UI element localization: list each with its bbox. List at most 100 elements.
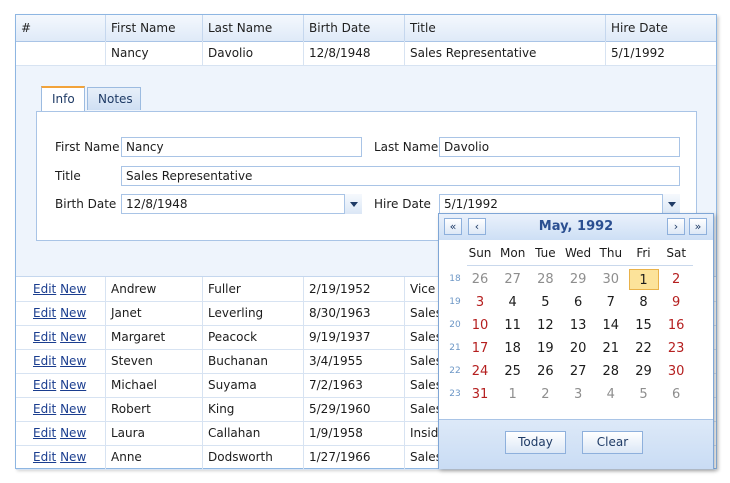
today-button[interactable]: Today	[505, 431, 566, 454]
column-header-hire-date[interactable]: Hire Date	[606, 15, 716, 41]
calendar-day[interactable]: 17	[465, 338, 495, 359]
selected-day[interactable]: 1	[628, 269, 659, 290]
calendar-day[interactable]: 21	[596, 338, 626, 359]
day-names-divider	[467, 265, 693, 266]
first-name-cell: Margaret	[106, 325, 203, 349]
calendar-title[interactable]: May, 1992	[499, 214, 653, 240]
calendar-day[interactable]: 25	[498, 361, 528, 382]
calendar-day[interactable]: 19	[530, 338, 560, 359]
calendar-day[interactable]: 24	[465, 361, 495, 382]
hire-date-picker[interactable]: 5/1/1992	[439, 194, 680, 214]
edit-link[interactable]: Edit	[33, 426, 56, 440]
edit-link[interactable]: Edit	[33, 378, 56, 392]
title-field[interactable]	[121, 166, 680, 186]
next-month-button[interactable]: ›	[667, 218, 685, 235]
calendar-day[interactable]: 10	[465, 315, 495, 336]
last-name-cell: Peacock	[203, 325, 304, 349]
calendar-day[interactable]: 30	[661, 361, 691, 382]
birth-date-label: Birth Date	[55, 197, 117, 211]
calendar-day[interactable]: 15	[629, 315, 659, 336]
new-link[interactable]: New	[60, 354, 86, 368]
calendar-day[interactable]: 3	[563, 384, 593, 405]
calendar-day[interactable]: 27	[563, 361, 593, 382]
calendar-day[interactable]: 8	[629, 292, 659, 313]
command-cell: Edit New	[16, 325, 106, 349]
calendar-day[interactable]: 23	[661, 338, 691, 359]
prev-month-button[interactable]: ‹	[468, 218, 486, 235]
day-name-label: Mon	[500, 246, 526, 260]
calendar-day[interactable]: 3	[465, 292, 495, 313]
calendar-day[interactable]: 20	[563, 338, 593, 359]
first-name-field[interactable]	[121, 137, 362, 157]
tab-info[interactable]: Info	[41, 86, 85, 111]
calendar-day[interactable]: 5	[629, 384, 659, 405]
new-link[interactable]: New	[60, 402, 86, 416]
edit-link[interactable]: Edit	[33, 402, 56, 416]
calendar-day[interactable]: 31	[465, 384, 495, 405]
calendar-day[interactable]: 12	[530, 315, 560, 336]
calendar-day[interactable]: 4	[498, 292, 528, 313]
calendar-footer: Today Clear	[439, 419, 713, 469]
hire-date-value: 5/1/1992	[444, 197, 498, 211]
calendar-day[interactable]: 26	[465, 269, 495, 290]
grid-header: # First Name Last Name Birth Date Title …	[16, 15, 716, 42]
column-header-number[interactable]: #	[16, 15, 106, 41]
birth-date-picker[interactable]: 12/8/1948	[121, 194, 362, 214]
calendar-day[interactable]: 18	[498, 338, 528, 359]
week-number: 22	[449, 366, 461, 376]
calendar-day[interactable]: 4	[596, 384, 626, 405]
last-name-cell: Leverling	[203, 301, 304, 325]
calendar-day[interactable]: 28	[530, 269, 560, 290]
tab-notes[interactable]: Notes	[87, 87, 141, 110]
calendar-day[interactable]: 2	[661, 269, 691, 290]
calendar-day[interactable]: 29	[629, 361, 659, 382]
column-header-last-name[interactable]: Last Name	[203, 15, 304, 41]
first-name-cell: Steven	[106, 349, 203, 373]
new-link[interactable]: New	[60, 306, 86, 320]
calendar-day[interactable]: 1	[498, 384, 528, 405]
calendar-day[interactable]: 29	[563, 269, 593, 290]
calendar-day[interactable]: 28	[596, 361, 626, 382]
birth-date-dropdown-button[interactable]	[344, 194, 362, 214]
calendar-day[interactable]: 22	[629, 338, 659, 359]
edit-link[interactable]: Edit	[33, 282, 56, 296]
edit-link[interactable]: Edit	[33, 354, 56, 368]
new-link[interactable]: New	[60, 426, 86, 440]
calendar-day[interactable]: 26	[530, 361, 560, 382]
row-number-cell	[16, 41, 106, 65]
edit-link[interactable]: Edit	[33, 330, 56, 344]
calendar-day[interactable]: 2	[530, 384, 560, 405]
calendar-day[interactable]: 6	[563, 292, 593, 313]
new-link[interactable]: New	[60, 330, 86, 344]
calendar-day[interactable]: 27	[498, 269, 528, 290]
calendar-day[interactable]: 11	[498, 315, 528, 336]
first-name-cell: Laura	[106, 421, 203, 445]
expanded-row[interactable]: Nancy Davolio 12/8/1948 Sales Representa…	[16, 41, 716, 66]
calendar-day[interactable]: 9	[661, 292, 691, 313]
new-link[interactable]: New	[60, 450, 86, 464]
birth-date-cell: 7/2/1963	[304, 373, 405, 397]
calendar-day[interactable]: 16	[661, 315, 691, 336]
calendar-day[interactable]: 5	[530, 292, 560, 313]
column-header-birth-date[interactable]: Birth Date	[304, 15, 405, 41]
calendar-day[interactable]: 30	[596, 269, 626, 290]
prev-year-button[interactable]: «	[444, 218, 462, 235]
week-number: 19	[449, 297, 461, 307]
birth-date-cell: 9/19/1937	[304, 325, 405, 349]
next-year-button[interactable]: »	[689, 218, 707, 235]
column-header-title[interactable]: Title	[405, 15, 606, 41]
hire-date-dropdown-button[interactable]	[662, 194, 680, 214]
calendar-day[interactable]: 14	[596, 315, 626, 336]
edit-link[interactable]: Edit	[33, 450, 56, 464]
new-link[interactable]: New	[60, 378, 86, 392]
new-link[interactable]: New	[60, 282, 86, 296]
command-cell: Edit New	[16, 397, 106, 421]
last-name-field[interactable]	[439, 137, 680, 157]
edit-link[interactable]: Edit	[33, 306, 56, 320]
clear-button[interactable]: Clear	[582, 431, 643, 454]
calendar-day[interactable]: 7	[596, 292, 626, 313]
calendar-day[interactable]: 13	[563, 315, 593, 336]
last-name-cell: Buchanan	[203, 349, 304, 373]
column-header-first-name[interactable]: First Name	[106, 15, 203, 41]
calendar-day[interactable]: 6	[661, 384, 691, 405]
